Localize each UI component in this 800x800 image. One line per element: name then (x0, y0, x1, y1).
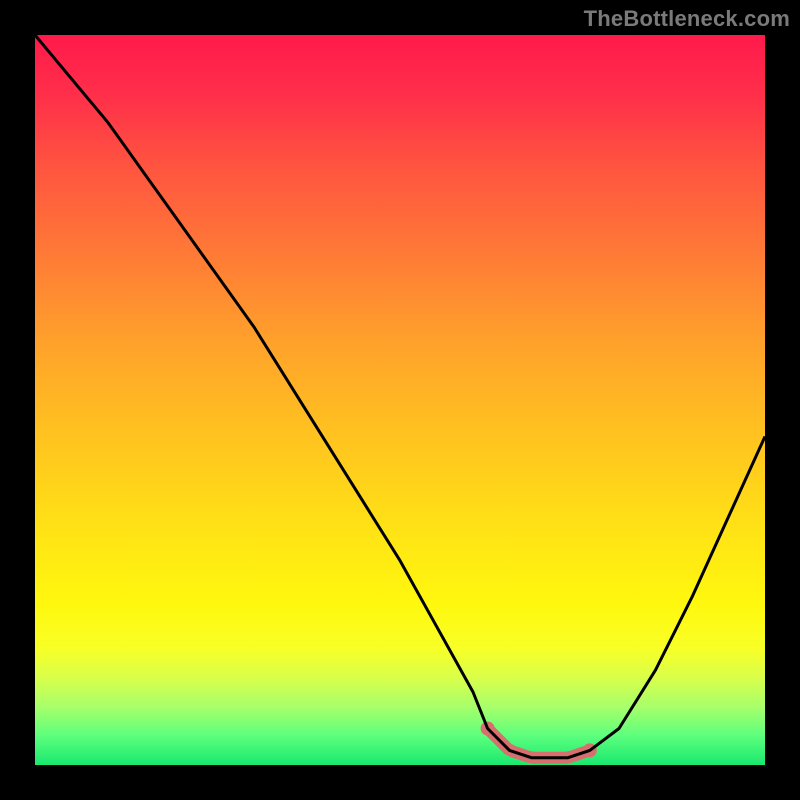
bottleneck-curve (35, 35, 765, 758)
plot-area (35, 35, 765, 765)
watermark-label: TheBottleneck.com (584, 6, 790, 32)
curve-layer (35, 35, 765, 765)
chart-frame: TheBottleneck.com (0, 0, 800, 800)
